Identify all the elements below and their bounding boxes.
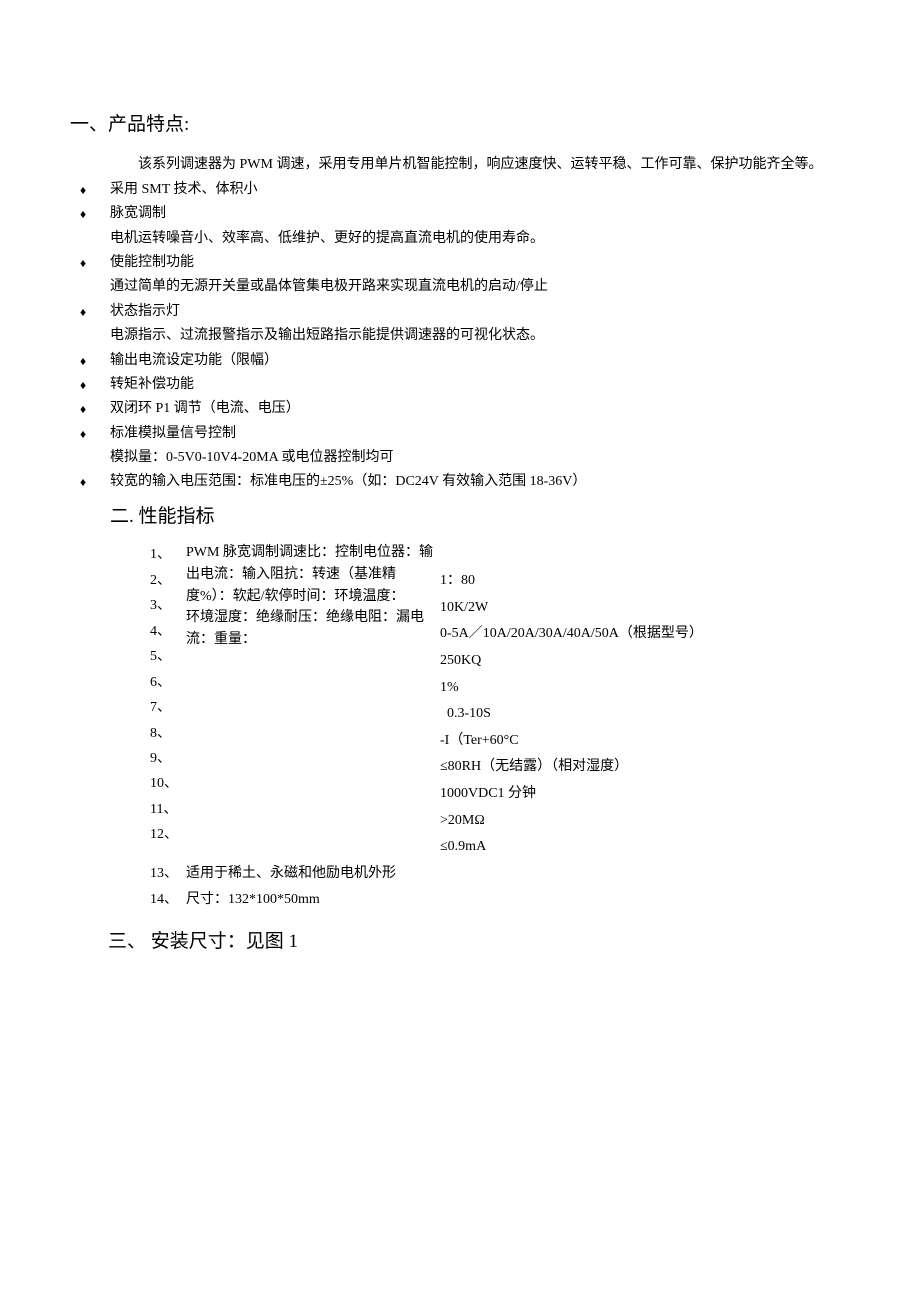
spec-number: 13、 — [150, 861, 186, 887]
bullet-item: ♦ 脉宽调制电机运转噪音小、效率高、低维护、更好的提高直流电机的使用寿命。 — [70, 203, 850, 250]
section1-heading: 一、产品特点: — [70, 110, 850, 140]
spec-value: 1% — [440, 675, 850, 702]
bullet-main: 使能控制功能 — [110, 255, 194, 270]
spec-value: 0-5A／10A/20A/30A/40A/50A（根据型号） — [440, 621, 850, 648]
diamond-icon: ♦ — [80, 400, 86, 419]
bullet-main: 状态指示灯 — [110, 304, 180, 319]
section1-intro: 该系列调速器为 PWM 调速，采用专用单片机智能控制，响应速度快、运转平稳、工作… — [110, 154, 850, 176]
spec-number: 8、 — [150, 721, 186, 746]
spec-value: 0.3-10S — [440, 701, 850, 728]
spec-number: 12、 — [150, 822, 186, 847]
diamond-icon: ♦ — [80, 303, 86, 322]
bullet-main: 较宽的输入电压范围：标准电压的±25%（如：DC24V 有效输入范围 18-36… — [110, 474, 586, 489]
spec-number: 11、 — [150, 797, 186, 822]
diamond-icon: ♦ — [80, 254, 86, 273]
diamond-icon: ♦ — [80, 376, 86, 395]
document-body: 一、产品特点: 该系列调速器为 PWM 调速，采用专用单片机智能控制，响应速度快… — [70, 110, 850, 957]
spec-extra-text: 适用于稀土、永磁和他励电机外形 — [186, 861, 396, 887]
spec-number: 9、 — [150, 746, 186, 771]
spec-value-column: 1：8010K/2W0-5A／10A/20A/30A/40A/50A（根据型号）… — [440, 542, 850, 861]
bullet-item: ♦ 较宽的输入电压范围：标准电压的±25%（如：DC24V 有效输入范围 18-3… — [70, 471, 850, 493]
spec-extra-text: 尺寸：132*100*50mm — [186, 887, 320, 913]
spec-number: 14、 — [150, 887, 186, 913]
bullet-sub: 电机运转噪音小、效率高、低维护、更好的提高直流电机的使用寿命。 — [110, 228, 850, 250]
diamond-icon: ♦ — [80, 425, 86, 444]
section3-heading: 三、 安装尺寸：见图 1 — [108, 927, 850, 957]
bullet-item: ♦ 标准模拟量信号控制模拟量：0-5V0-10V4-20MA 或电位器控制均可 — [70, 423, 850, 470]
section1-bullet-list: ♦ 采用 SMT 技术、体积小 ♦ 脉宽调制电机运转噪音小、效率高、低维护、更好的提高… — [70, 179, 850, 494]
spec-extra-row: 14、尺寸：132*100*50mm — [150, 887, 850, 913]
spec-number-column: 1、2、3、4、5、6、7、8、9、10、11、12、 — [150, 542, 186, 848]
bullet-item: ♦ 状态指示灯电源指示、过流报警指示及输出短路指示能提供调速器的可视化状态。 — [70, 301, 850, 348]
diamond-icon: ♦ — [80, 473, 86, 492]
bullet-item: ♦ 输出电流设定功能（限幅） — [70, 350, 850, 372]
bullet-main: 转矩补偿功能 — [110, 377, 194, 392]
bullet-main: 输出电流设定功能（限幅） — [110, 353, 278, 368]
spec-left-column: 1、2、3、4、5、6、7、8、9、10、11、12、 PWM 脉宽调制调速比：… — [150, 542, 440, 848]
bullet-sub: 通过简单的无源开关量或晶体管集电极开路来实现直流电机的启动/停止 — [110, 276, 850, 298]
spec-extra-rows: 13、适用于稀土、永磁和他励电机外形14、尺寸：132*100*50mm — [150, 861, 850, 913]
bullet-sub: 模拟量：0-5V0-10V4-20MA 或电位器控制均可 — [110, 447, 850, 469]
bullet-main: 采用 SMT 技术、体积小 — [110, 182, 258, 197]
spec-number: 10、 — [150, 771, 186, 796]
bullet-sub: 电源指示、过流报警指示及输出短路指示能提供调速器的可视化状态。 — [110, 325, 850, 347]
spec-value: ≤0.9mA — [440, 834, 850, 861]
spec-value: 1：80 — [440, 568, 850, 595]
spec-number: 2、 — [150, 568, 186, 593]
spec-number: 4、 — [150, 619, 186, 644]
spec-value: 250KQ — [440, 648, 850, 675]
spec-value: -I（Ter+60°C — [440, 728, 850, 755]
bullet-main: 脉宽调制 — [110, 206, 166, 221]
spec-number: 3、 — [150, 593, 186, 618]
bullet-main: 标准模拟量信号控制 — [110, 426, 236, 441]
spec-number: 1、 — [150, 542, 186, 567]
bullet-item: ♦ 采用 SMT 技术、体积小 — [70, 179, 850, 201]
bullet-item: ♦ 双闭环 P1 调节（电流、电压） — [70, 398, 850, 420]
spec-extra-row: 13、适用于稀土、永磁和他励电机外形 — [150, 861, 850, 887]
spec-number: 5、 — [150, 644, 186, 669]
spec-value: >20MΩ — [440, 808, 850, 835]
spec-value: ≤80RH（无结露）（相对湿度） — [440, 754, 850, 781]
diamond-icon: ♦ — [80, 352, 86, 371]
spec-label-column: PWM 脉宽调制调速比：控制电位器：输出电流：输入阻抗：转速（基准精度%）：软起… — [186, 542, 440, 650]
spec-value: 1000VDC1 分钟 — [440, 781, 850, 808]
section2-heading: 二. 性能指标 — [110, 502, 850, 532]
spec-value: 10K/2W — [440, 595, 850, 622]
diamond-icon: ♦ — [80, 181, 86, 200]
spec-number: 7、 — [150, 695, 186, 720]
bullet-item: ♦ 转矩补偿功能 — [70, 374, 850, 396]
spec-block: 1、2、3、4、5、6、7、8、9、10、11、12、 PWM 脉宽调制调速比：… — [150, 542, 850, 912]
diamond-icon: ♦ — [80, 205, 86, 224]
bullet-item: ♦ 使能控制功能通过简单的无源开关量或晶体管集电极开路来实现直流电机的启动/停止 — [70, 252, 850, 299]
spec-number: 6、 — [150, 670, 186, 695]
bullet-main: 双闭环 P1 调节（电流、电压） — [110, 401, 300, 416]
